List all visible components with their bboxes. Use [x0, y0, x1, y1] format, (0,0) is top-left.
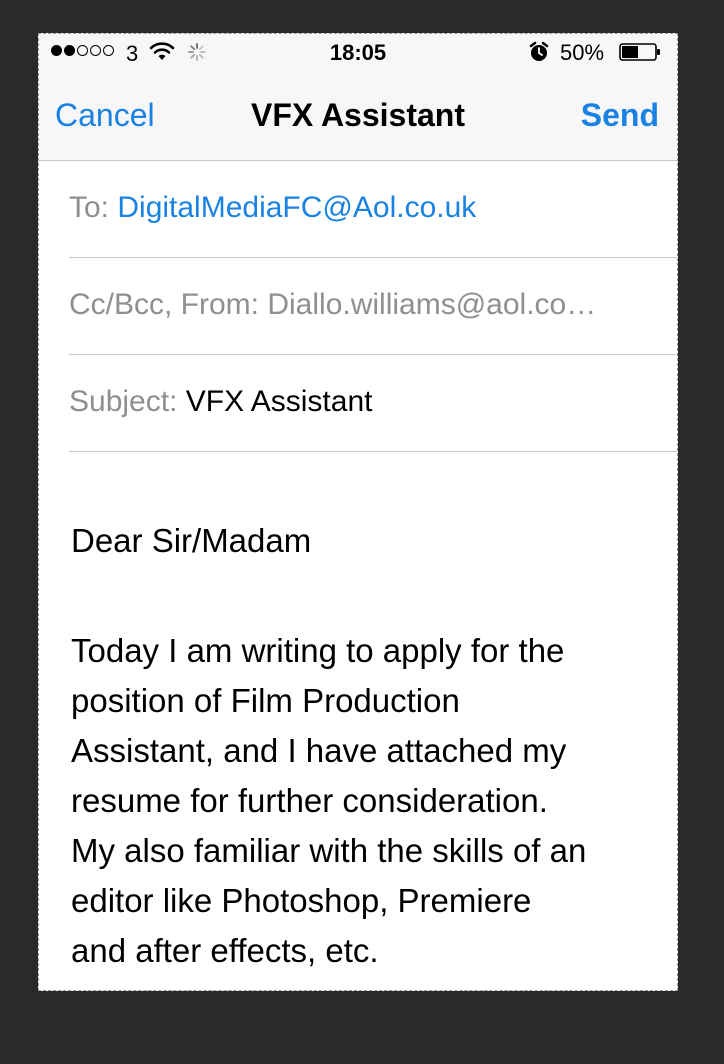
status-bar: 3 18:05 50%	[39, 34, 677, 74]
subject-input[interactable]: VFX Assistant	[186, 385, 373, 418]
cc-bcc-from-field[interactable]: Cc/Bcc, From: Diallo.williams@aol.co…	[69, 258, 677, 355]
cc-bcc-from-label: Cc/Bcc, From:	[69, 288, 268, 321]
body-line: Assistant, and I have attached my	[71, 732, 567, 769]
greeting-line: Dear Sir/Madam	[71, 522, 312, 559]
mail-compose-screen: 3 18:05 50% Cancel VFX Assistant Send To…	[38, 33, 678, 991]
battery-percentage: 50%	[560, 40, 605, 65]
body-line: and after effects, etc.	[71, 932, 379, 969]
cancel-button[interactable]: Cancel	[55, 97, 155, 134]
body-line: Today I am writing to apply for the	[71, 632, 565, 669]
message-body[interactable]: Dear Sir/Madam Today I am writing to app…	[71, 516, 661, 976]
to-recipient[interactable]: DigitalMediaFC@Aol.co.uk	[117, 191, 476, 224]
subject-field[interactable]: Subject: VFX Assistant	[69, 355, 677, 452]
subject-label: Subject:	[69, 385, 186, 418]
to-field[interactable]: To: DigitalMediaFC@Aol.co.uk	[69, 161, 677, 258]
to-label: To:	[69, 191, 118, 224]
send-button[interactable]: Send	[581, 97, 659, 134]
body-line: editor like Photoshop, Premiere	[71, 882, 532, 919]
body-line: position of Film Production	[71, 682, 460, 719]
body-line: My also familiar with the skills of an	[71, 832, 587, 869]
battery-icon	[619, 43, 660, 61]
from-address[interactable]: Diallo.williams@aol.co…	[267, 288, 596, 321]
compose-nav-bar: Cancel VFX Assistant Send	[39, 74, 677, 161]
body-paragraph: Today I am writing to apply for the posi…	[71, 626, 661, 976]
body-line: resume for further consideration.	[71, 782, 548, 819]
alarm-clock-icon	[529, 41, 549, 61]
